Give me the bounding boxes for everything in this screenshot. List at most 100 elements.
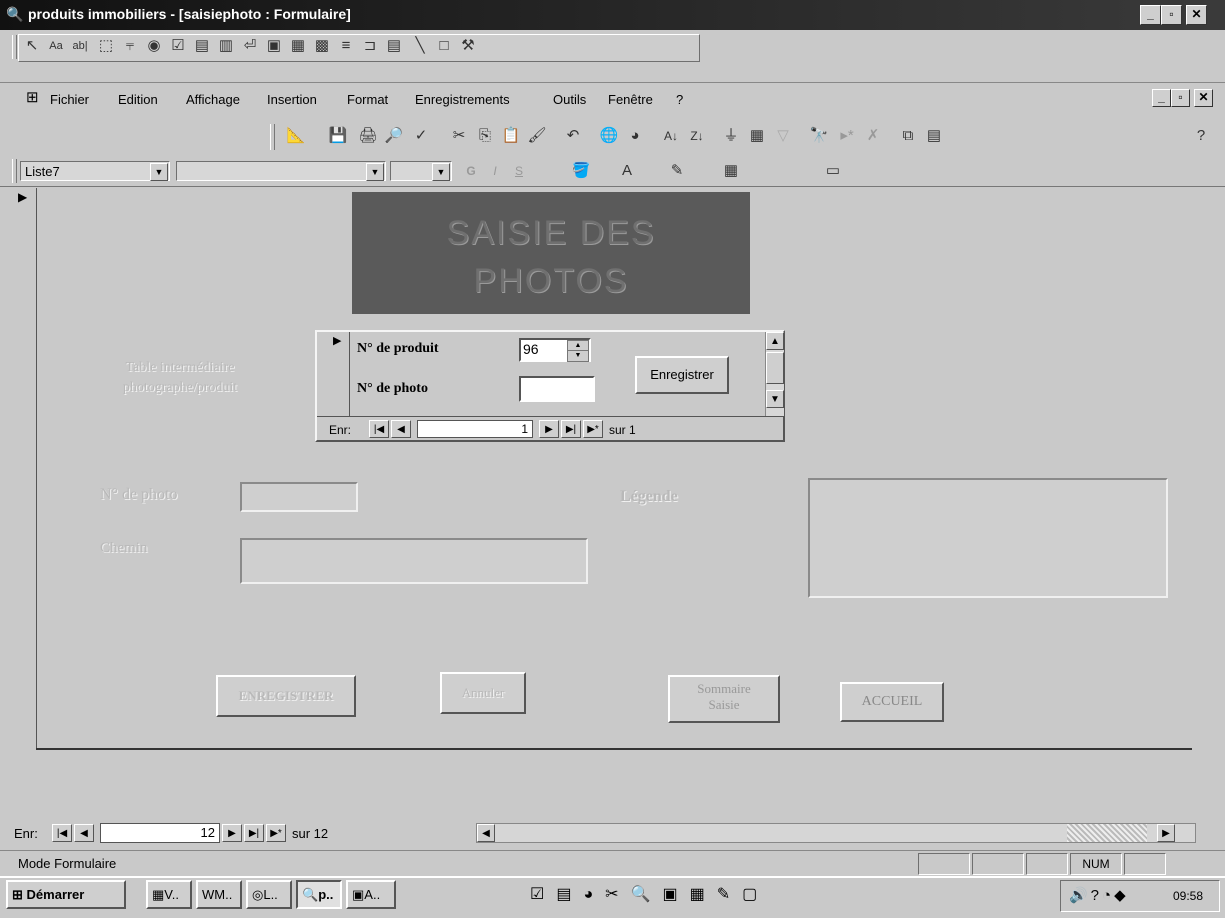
chevron-down-icon[interactable]: ▼ bbox=[150, 163, 168, 181]
tab-control-icon[interactable]: ⊐ bbox=[359, 35, 381, 57]
quick-launch-icon[interactable]: ☑ bbox=[530, 886, 556, 903]
format-painter-icon[interactable]: 🖌 bbox=[526, 125, 548, 147]
object-selector-dropdown[interactable]: Liste7 ▼ bbox=[20, 161, 170, 181]
copy-icon[interactable]: ⎘ bbox=[474, 125, 496, 147]
menu-format[interactable]: Format bbox=[347, 92, 388, 107]
undo-icon[interactable]: ↶ bbox=[562, 125, 584, 147]
apply-filter-icon[interactable]: ▽ bbox=[772, 125, 794, 147]
quick-launch-icon[interactable]: ▤ bbox=[556, 886, 583, 903]
new-object-icon[interactable]: ▤ bbox=[923, 125, 945, 147]
page-break-icon[interactable]: ≡ bbox=[335, 35, 357, 57]
subform-enregistrer-button[interactable]: Enregistrer bbox=[635, 356, 729, 394]
subform-icon[interactable]: ▤ bbox=[383, 35, 405, 57]
view-design-icon[interactable]: 📐 bbox=[285, 125, 307, 147]
sommaire-saisie-button[interactable]: Sommaire Saisie bbox=[668, 675, 780, 723]
tray-icons[interactable]: 🔊?◔◆ bbox=[1069, 886, 1129, 904]
print-preview-icon[interactable]: 🔎 bbox=[383, 125, 405, 147]
font-size-dropdown[interactable]: ▼ bbox=[390, 161, 452, 181]
border-width-icon[interactable]: ▦ bbox=[720, 160, 742, 182]
database-window-icon[interactable]: ⧉ bbox=[897, 125, 919, 147]
delete-record-icon[interactable]: ✗ bbox=[862, 125, 884, 147]
toolbar-grip[interactable] bbox=[12, 35, 17, 59]
fill-color-icon[interactable]: 🪣 bbox=[570, 160, 592, 182]
menu-help[interactable]: ? bbox=[676, 92, 683, 107]
quick-launch-icon[interactable]: ▣ bbox=[662, 886, 689, 903]
record-selector[interactable]: ▶ bbox=[12, 188, 37, 748]
insert-hyperlink-icon[interactable]: 🌐 bbox=[598, 125, 620, 147]
menu-outils[interactable]: Outils bbox=[553, 92, 586, 107]
command-button-icon[interactable]: ⏎ bbox=[239, 35, 261, 57]
list-box-icon[interactable]: ▥ bbox=[215, 35, 237, 57]
menu-fenetre[interactable]: Fenêtre bbox=[608, 92, 653, 107]
next-record-icon[interactable]: ▶ bbox=[539, 420, 559, 438]
image-tool-icon[interactable]: ▣ bbox=[263, 35, 285, 57]
combo-box-icon[interactable]: ▤ bbox=[191, 35, 213, 57]
doc-minimize-button[interactable]: _ bbox=[1152, 89, 1171, 107]
subform-record-number[interactable]: 1 bbox=[417, 420, 533, 438]
menu-edition[interactable]: Edition bbox=[118, 92, 158, 107]
form-doc-icon[interactable]: ⊞ bbox=[26, 88, 39, 106]
previous-record-icon[interactable]: ◀ bbox=[74, 824, 94, 842]
doc-restore-button[interactable]: ▫ bbox=[1171, 89, 1190, 107]
underline-icon[interactable]: S bbox=[508, 160, 530, 182]
option-button-icon[interactable]: ◉ bbox=[143, 35, 165, 57]
close-button[interactable]: ✕ bbox=[1186, 5, 1207, 25]
first-record-icon[interactable]: |◀ bbox=[52, 824, 72, 842]
quick-launch-icon[interactable]: ◕ bbox=[583, 886, 605, 903]
textbox-tool-icon[interactable]: ab| bbox=[69, 35, 91, 57]
task-button[interactable]: ◎L.. bbox=[246, 880, 292, 909]
find-icon[interactable]: 🔭 bbox=[808, 125, 830, 147]
doc-close-button[interactable]: ✕ bbox=[1194, 89, 1213, 107]
select-pointer-icon[interactable]: ↖ bbox=[21, 35, 43, 57]
subform-photo-input[interactable] bbox=[519, 376, 595, 402]
line-tool-icon[interactable]: ╲ bbox=[409, 35, 431, 57]
toolbar-grip[interactable] bbox=[270, 124, 275, 150]
menu-insertion[interactable]: Insertion bbox=[267, 92, 317, 107]
first-record-icon[interactable]: |◀ bbox=[369, 420, 389, 438]
horizontal-scrollbar[interactable]: ◀ ▶ bbox=[476, 823, 1196, 843]
label-tool-icon[interactable]: Aa bbox=[45, 35, 67, 57]
enregistrer-button[interactable]: ENREGISTRER bbox=[216, 675, 356, 717]
chemin-field[interactable] bbox=[240, 538, 588, 584]
annuler-button[interactable]: Annuler bbox=[440, 672, 526, 714]
last-record-icon[interactable]: ▶| bbox=[561, 420, 581, 438]
paste-icon[interactable]: 📋 bbox=[500, 125, 522, 147]
toolbar-grip[interactable] bbox=[12, 159, 17, 183]
filter-by-form-icon[interactable]: ▦ bbox=[746, 125, 768, 147]
scroll-up-icon[interactable]: ▲ bbox=[766, 332, 784, 350]
web-toolbar-icon[interactable]: ◕ bbox=[624, 125, 646, 147]
scroll-right-icon[interactable]: ▶ bbox=[1157, 824, 1175, 842]
chevron-down-icon[interactable]: ▼ bbox=[432, 163, 450, 181]
subform-record-selector[interactable]: ▶ bbox=[327, 332, 350, 417]
quick-launch-icon[interactable]: ▢ bbox=[742, 886, 769, 903]
task-button[interactable]: ▣A.. bbox=[346, 880, 396, 909]
sort-ascending-icon[interactable]: A↓ bbox=[660, 125, 682, 147]
quick-launch-icon[interactable]: 🔍 bbox=[631, 886, 663, 903]
spin-down-icon[interactable]: ▼ bbox=[567, 350, 589, 362]
record-number-input[interactable]: 12 bbox=[100, 823, 220, 843]
cut-icon[interactable]: ✂ bbox=[448, 125, 470, 147]
accueil-button[interactable]: ACCUEIL bbox=[840, 682, 944, 722]
option-group-icon[interactable]: ⬚ bbox=[95, 35, 117, 57]
previous-record-icon[interactable]: ◀ bbox=[391, 420, 411, 438]
menu-affichage[interactable]: Affichage bbox=[186, 92, 240, 107]
print-icon[interactable]: 🖨 bbox=[357, 125, 379, 147]
produit-combo[interactable]: 96 ▲ ▼ bbox=[519, 338, 591, 362]
line-color-icon[interactable]: ✎ bbox=[666, 160, 688, 182]
help-icon[interactable]: ? bbox=[1190, 125, 1212, 147]
bold-icon[interactable]: G bbox=[460, 160, 482, 182]
task-button-active[interactable]: 🔍p.. bbox=[296, 880, 342, 909]
font-color-icon[interactable]: A bbox=[616, 160, 638, 182]
spelling-icon[interactable]: ✓ bbox=[410, 125, 432, 147]
new-record-icon[interactable]: ▶* bbox=[266, 824, 286, 842]
menu-fichier[interactable]: Fichier bbox=[50, 92, 89, 107]
chevron-down-icon[interactable]: ▼ bbox=[366, 163, 384, 181]
subform-scrollbar[interactable]: ▲ ▼ bbox=[765, 332, 784, 416]
app-icon[interactable]: 🔍 bbox=[6, 6, 23, 23]
bound-frame-icon[interactable]: ▩ bbox=[311, 35, 333, 57]
last-record-icon[interactable]: ▶| bbox=[244, 824, 264, 842]
quick-launch-icon[interactable]: ▦ bbox=[690, 886, 717, 903]
checkbox-tool-icon[interactable]: ☑ bbox=[167, 35, 189, 57]
sort-descending-icon[interactable]: Z↓ bbox=[686, 125, 708, 147]
quick-launch-icon[interactable]: ✎ bbox=[717, 886, 742, 903]
